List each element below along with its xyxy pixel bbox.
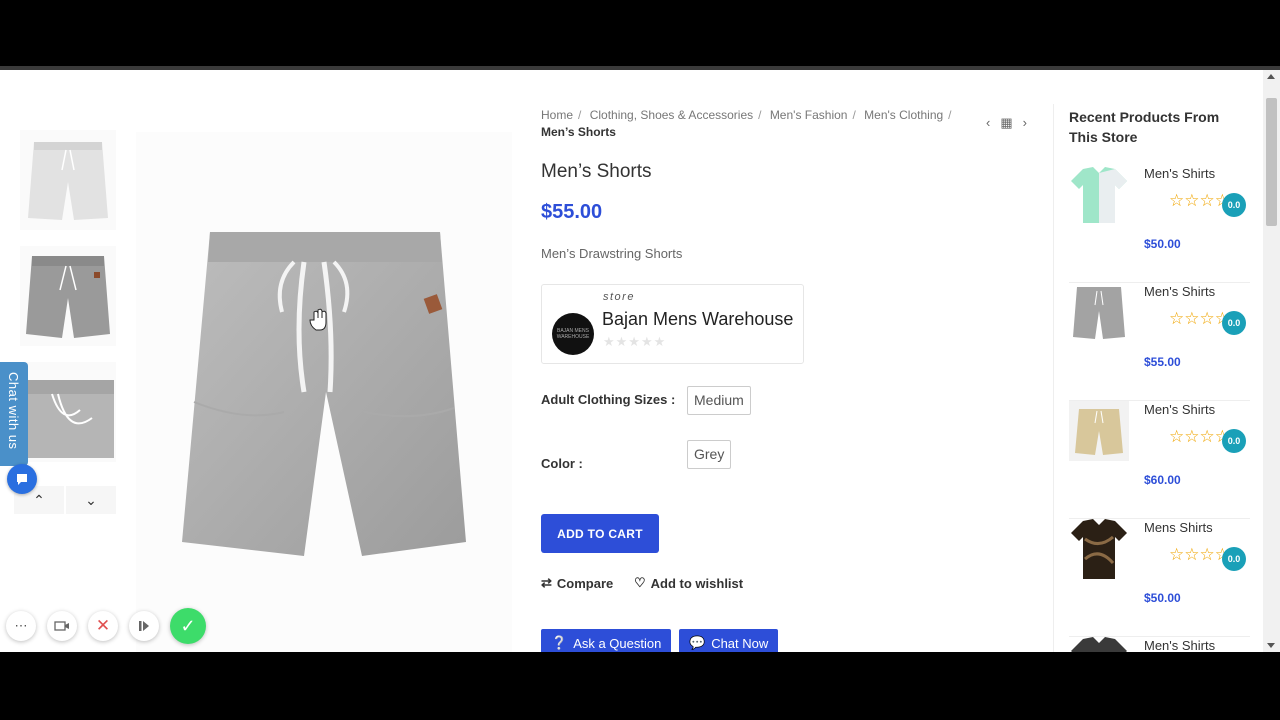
ask-question-label: Ask a Question [573, 635, 662, 651]
grid-view-icon[interactable]: ▦ [1000, 115, 1012, 131]
khaki-shorts-image [1069, 401, 1129, 461]
page-viewport: ⌃ ⌄ Chat with us ⋯ ✕ ✓ Home / Clothing, … [0, 70, 1280, 652]
breadcrumb-mens-clothing[interactable]: Men's Clothing [864, 108, 943, 122]
more-options-icon[interactable]: ⋯ [6, 611, 36, 641]
product-price: $55.00 [541, 201, 603, 223]
prev-product-icon[interactable]: ‹ [986, 115, 990, 131]
video-icon [54, 621, 69, 631]
pause-recording-icon[interactable] [129, 611, 159, 641]
product-navigation: ‹ ▦ › [986, 115, 1027, 131]
wishlist-link[interactable]: ♡ Add to wishlist [634, 575, 743, 591]
color-label: Color : [541, 456, 583, 471]
chat-icon: 💬 [689, 635, 706, 650]
compare-link[interactable]: ⇄ Compare [541, 575, 613, 591]
finish-recording-icon[interactable]: ✓ [170, 608, 206, 644]
scrollbar[interactable] [1263, 70, 1280, 652]
recent-product-item[interactable]: Men's Shirts ☆☆☆☆☆ 0.0 $50.00 [1069, 165, 1250, 283]
recent-product-item[interactable]: Mens Shirts ☆☆☆☆☆ 0.0 $50.00 [1069, 519, 1250, 637]
heart-icon: ♡ [634, 575, 646, 590]
color-option-grey[interactable]: Grey [687, 440, 732, 469]
cancel-recording-icon[interactable]: ✕ [88, 611, 118, 641]
message-icon [17, 474, 27, 485]
chat-now-label: Chat Now [711, 635, 769, 651]
rating-badge: 0.0 [1222, 547, 1246, 571]
shorts-thumbnail-image [28, 142, 108, 220]
question-circle-icon: ❔ [551, 635, 568, 650]
recent-product-image[interactable] [1069, 401, 1129, 461]
recent-product-item[interactable]: Men's Shirts ☆☆☆☆☆ 0.0 $55.00 [1069, 283, 1250, 401]
store-logo: BAJAN MENS WAREHOUSE [552, 313, 594, 355]
thumbnail-2[interactable] [20, 246, 116, 346]
shorts-image [1073, 287, 1125, 339]
rating-stars: ☆☆☆☆☆ [1169, 191, 1246, 210]
recent-product-name[interactable]: Men's Shirts [1144, 402, 1215, 417]
scroll-up-arrow-icon[interactable] [1267, 74, 1275, 79]
ask-question-button[interactable]: ❔ Ask a Question [541, 629, 672, 652]
rating-badge: 0.0 [1222, 311, 1246, 335]
chat-now-button[interactable]: 💬 Chat Now [679, 629, 779, 652]
recent-product-price: $60.00 [1144, 473, 1181, 487]
thumbnail-3[interactable] [20, 362, 116, 462]
recent-product-image[interactable] [1069, 283, 1129, 343]
rating-badge: 0.0 [1222, 429, 1246, 453]
recent-product-item[interactable]: Men's Shirts [1069, 637, 1250, 652]
size-label: Adult Clothing Sizes : [541, 392, 676, 407]
thumbnail-gallery [20, 130, 116, 478]
video-letterbox-bottom [0, 652, 1280, 720]
breadcrumb: Home / Clothing, Shoes & Accessories / Men… [541, 108, 952, 139]
store-rating-stars: ★★★★★ [603, 334, 667, 349]
recent-product-item[interactable]: Men's Shirts ☆☆☆☆☆ 0.0 $60.00 [1069, 401, 1250, 519]
shuffle-icon: ⇄ [541, 575, 552, 590]
sidebar-divider [1053, 104, 1054, 652]
store-name[interactable]: Bajan Mens Warehouse [602, 309, 793, 330]
recent-product-name[interactable]: Mens Shirts [1144, 520, 1213, 535]
scroll-down-arrow-icon[interactable] [1267, 643, 1275, 648]
main-product-image[interactable] [136, 132, 512, 652]
grey-shorts-image [182, 232, 466, 556]
breadcrumb-current: Men’s Shorts [541, 125, 616, 139]
rating-stars: ☆☆☆☆☆ [1169, 309, 1246, 328]
breadcrumb-mens-fashion[interactable]: Men's Fashion [770, 108, 848, 122]
chat-tab-label: Chat with us [6, 372, 21, 450]
recent-product-image[interactable] [1069, 165, 1129, 225]
tie-dye-shirt-image [1071, 519, 1127, 579]
store-card[interactable]: BAJAN MENS WAREHOUSE store Bajan Mens Wa… [541, 284, 804, 364]
recent-product-name[interactable]: Men's Shirts [1144, 284, 1215, 299]
recent-products-title: Recent Products From This Store [1069, 109, 1220, 145]
rating-badge: 0.0 [1222, 193, 1246, 217]
add-to-cart-button[interactable]: ADD TO CART [541, 514, 659, 553]
thumbnail-1[interactable] [20, 130, 116, 230]
patterned-shirt-image [1071, 637, 1127, 652]
recent-product-price: $55.00 [1144, 355, 1181, 369]
chat-bubble-icon[interactable] [7, 464, 37, 494]
wishlist-label: Add to wishlist [650, 575, 744, 591]
shirt-image [1071, 167, 1127, 223]
recent-product-image[interactable] [1069, 637, 1129, 652]
next-product-icon[interactable]: › [1023, 115, 1027, 131]
product-description: Men’s Drawstring Shorts [541, 246, 683, 261]
store-logo-text: BAJAN MENS WAREHOUSE [556, 328, 590, 340]
recent-product-name[interactable]: Men's Shirts [1144, 638, 1215, 652]
scroll-thumb[interactable] [1266, 98, 1277, 226]
recent-product-image[interactable] [1069, 519, 1129, 579]
video-letterbox-top [0, 0, 1280, 66]
camera-toggle-icon[interactable] [47, 611, 77, 641]
compare-label: Compare [556, 575, 614, 591]
recorder-toolbar: ⋯ ✕ ✓ [6, 608, 217, 644]
store-label: store [603, 291, 635, 303]
shorts-thumbnail-image [26, 256, 110, 338]
thumbnail-next-icon[interactable]: ⌄ [66, 486, 116, 514]
size-option-medium[interactable]: Medium [687, 386, 751, 415]
breadcrumb-home[interactable]: Home [541, 108, 573, 122]
play-pause-icon [139, 621, 149, 631]
rating-stars: ☆☆☆☆☆ [1169, 545, 1246, 564]
chat-with-us-tab[interactable]: Chat with us [0, 362, 28, 466]
rating-stars: ☆☆☆☆☆ [1169, 427, 1246, 446]
product-title: Men’s Shorts [541, 161, 652, 182]
recent-product-price: $50.00 [1144, 591, 1181, 605]
breadcrumb-clothing[interactable]: Clothing, Shoes & Accessories [590, 108, 753, 122]
recent-product-price: $50.00 [1144, 237, 1181, 251]
shorts-thumbnail-image [22, 380, 114, 458]
recent-product-name[interactable]: Men's Shirts [1144, 166, 1215, 181]
